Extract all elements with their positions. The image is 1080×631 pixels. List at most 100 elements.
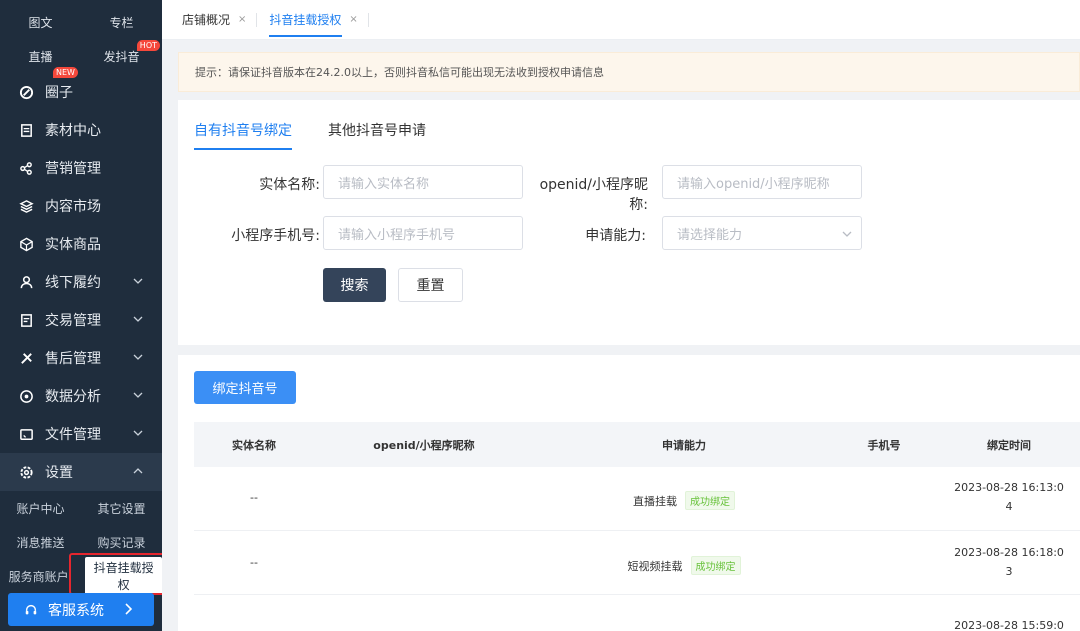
sidebar-item-zhuanlan[interactable]: 专栏 bbox=[81, 14, 162, 31]
phone-label: 小程序手机号: bbox=[231, 228, 320, 244]
sidebar-item-wenjian[interactable]: 文件管理 bbox=[0, 415, 162, 453]
reset-button[interactable]: 重置 bbox=[398, 268, 463, 302]
user-icon bbox=[18, 274, 34, 290]
main-content: 店铺概况 × 抖音挂载授权 × 提示：请保证抖音版本在24.2.0以上，否则抖音… bbox=[162, 0, 1080, 631]
material-icon bbox=[18, 122, 34, 138]
sidebar-item-label: 数据分析 bbox=[45, 389, 101, 405]
sidebar-item-yingxiao[interactable]: 营销管理 bbox=[0, 149, 162, 187]
entity-name-input[interactable]: 请输入实体名称 bbox=[323, 165, 523, 199]
folder-icon bbox=[18, 426, 34, 442]
entity-name-label: 实体名称: bbox=[259, 177, 320, 193]
sidebar-item-fadouyin[interactable]: 发抖音 HOT bbox=[81, 39, 162, 65]
gear-icon bbox=[18, 464, 34, 480]
sidebar-item-label: 发抖音 bbox=[103, 49, 140, 64]
list-panel: 绑定抖音号 实体名称 openid/小程序昵称 申请能力 手机号 绑定时间 --… bbox=[178, 355, 1080, 631]
sidebar-item-xianxia[interactable]: 线下履约 bbox=[0, 263, 162, 301]
sidebar-item-push[interactable]: 消息推送 bbox=[0, 534, 81, 551]
cell-entity: -- bbox=[250, 491, 258, 504]
close-icon[interactable]: × bbox=[238, 14, 246, 25]
column-header: 实体名称 bbox=[232, 439, 276, 452]
column-header: openid/小程序昵称 bbox=[373, 439, 475, 452]
tab-label: 店铺概况 bbox=[182, 12, 231, 27]
box-icon bbox=[18, 236, 34, 252]
tab-douyin-auth[interactable]: 抖音挂载授权 × bbox=[261, 0, 363, 39]
sidebar-item-shouhou[interactable]: 售后管理 bbox=[0, 339, 162, 377]
chevron-up-icon bbox=[133, 468, 143, 474]
chevron-down-icon bbox=[133, 354, 143, 360]
sidebar-item-label: 素材中心 bbox=[45, 123, 101, 139]
settings-sub-row: 账户中心 其它设置 bbox=[0, 491, 162, 525]
table-row: 2023-08-28 15:59:0 bbox=[194, 595, 1080, 631]
table-header: 实体名称 openid/小程序昵称 申请能力 手机号 绑定时间 bbox=[194, 422, 1080, 467]
hot-badge: HOT bbox=[136, 39, 160, 51]
sidebar-item-neirong[interactable]: 内容市场 bbox=[0, 187, 162, 225]
subtab-own-douyin[interactable]: 自有抖音号绑定 bbox=[194, 120, 292, 150]
sidebar-item-quanzi[interactable]: 圈子 NEW bbox=[0, 67, 162, 111]
sidebar-item-zhibo[interactable]: 直播 bbox=[0, 48, 81, 65]
sidebar-item-tuwen[interactable]: 图文 bbox=[0, 14, 81, 31]
ability-text: 短视频挂载 bbox=[627, 560, 683, 573]
sidebar-item-provider[interactable]: 服务商账户 bbox=[0, 568, 77, 585]
cell-ability: 直播挂载 成功绑定 bbox=[574, 491, 794, 510]
chevron-down-icon bbox=[133, 278, 143, 284]
sidebar-grid-row: 直播 发抖音 HOT bbox=[0, 39, 162, 73]
sidebar-item-account[interactable]: 账户中心 bbox=[0, 500, 81, 517]
chevron-down-icon bbox=[133, 316, 143, 322]
notice-banner: 提示：请保证抖音版本在24.2.0以上，否则抖音私信可能出现无法收到授权申请信息 bbox=[178, 52, 1080, 92]
time-line: 4 bbox=[1005, 500, 1013, 513]
sidebar-item-label: 圈子 bbox=[45, 85, 73, 101]
customer-service-button[interactable]: 客服系统 bbox=[8, 593, 154, 626]
divider bbox=[256, 12, 258, 27]
search-panel: 自有抖音号绑定 其他抖音号申请 实体名称: 请输入实体名称 openid/小程序… bbox=[178, 100, 1080, 345]
chevron-right-icon bbox=[125, 603, 133, 615]
sidebar-item-shiti[interactable]: 实体商品 bbox=[0, 225, 162, 263]
openid-label: openid/小程序昵称: bbox=[539, 177, 648, 213]
sidebar-item-label: 设置 bbox=[45, 465, 73, 481]
sub-tabs: 自有抖音号绑定 其他抖音号申请 bbox=[194, 120, 462, 150]
circle-icon bbox=[18, 84, 34, 100]
customer-service-label: 客服系统 bbox=[48, 602, 104, 619]
ability-select[interactable]: 请选择能力 bbox=[662, 216, 862, 250]
sidebar-item-sucai[interactable]: 素材中心 bbox=[0, 111, 162, 149]
tab-bar: 店铺概况 × 抖音挂载授权 × bbox=[162, 0, 1080, 40]
status-badge: 成功绑定 bbox=[685, 491, 735, 510]
chevron-down-icon bbox=[133, 392, 143, 398]
sidebar-item-label: 文件管理 bbox=[45, 427, 101, 443]
marketing-icon bbox=[18, 160, 34, 176]
time-line: 2023-08-28 15:59:0 bbox=[954, 619, 1064, 631]
sidebar-item-label: 实体商品 bbox=[45, 237, 101, 253]
sidebar-item-other-settings[interactable]: 其它设置 bbox=[81, 500, 162, 517]
cell-time: 2023-08-28 16:13:0 4 bbox=[944, 481, 1074, 513]
sidebar-item-label: 营销管理 bbox=[45, 161, 101, 177]
data-icon bbox=[18, 388, 34, 404]
close-icon[interactable]: × bbox=[349, 14, 357, 25]
table-row: -- 短视频挂载 成功绑定 2023-08-28 16:18:0 3 bbox=[194, 531, 1080, 595]
time-line: 2023-08-28 16:13:0 bbox=[954, 481, 1064, 494]
sidebar-item-label: 内容市场 bbox=[45, 199, 101, 215]
tab-store-overview[interactable]: 店铺概况 × bbox=[174, 0, 252, 39]
time-line: 3 bbox=[1005, 565, 1013, 578]
ability-text: 直播挂载 bbox=[633, 495, 677, 508]
openid-input[interactable]: 请输入openid/小程序昵称 bbox=[662, 165, 862, 199]
new-badge: NEW bbox=[53, 67, 78, 78]
divider bbox=[367, 12, 369, 27]
sidebar: 图文 专栏 直播 发抖音 HOT 圈子 NEW 素材中心 营销管理 内容市场 实… bbox=[0, 0, 162, 631]
bind-douyin-button[interactable]: 绑定抖音号 bbox=[194, 371, 296, 404]
sidebar-item-shezhi[interactable]: 设置 bbox=[0, 453, 162, 491]
cell-time: 2023-08-28 15:59:0 bbox=[944, 619, 1074, 631]
column-header: 申请能力 bbox=[662, 439, 706, 452]
search-button[interactable]: 搜索 bbox=[323, 268, 386, 302]
sidebar-item-label: 售后管理 bbox=[45, 351, 101, 367]
sidebar-item-jiaoyi[interactable]: 交易管理 bbox=[0, 301, 162, 339]
status-badge: 成功绑定 bbox=[690, 556, 741, 575]
time-line: 2023-08-28 16:18:0 bbox=[954, 546, 1064, 559]
sidebar-item-purchase[interactable]: 购买记录 bbox=[81, 534, 162, 551]
table-row: -- 直播挂载 成功绑定 2023-08-28 16:13:0 4 bbox=[194, 467, 1080, 531]
sidebar-item-label: 交易管理 bbox=[45, 313, 101, 329]
phone-input[interactable]: 请输入小程序手机号 bbox=[323, 216, 523, 250]
sidebar-item-shuju[interactable]: 数据分析 bbox=[0, 377, 162, 415]
ability-select-value: 请选择能力 bbox=[677, 227, 743, 243]
highlight-annotation bbox=[69, 553, 162, 595]
subtab-other-douyin[interactable]: 其他抖音号申请 bbox=[328, 120, 426, 150]
service-icon bbox=[18, 350, 34, 366]
